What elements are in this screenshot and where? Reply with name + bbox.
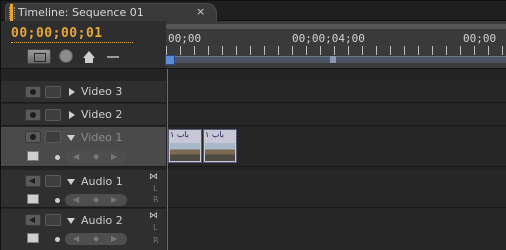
- track-name: Video 3: [81, 85, 123, 98]
- track-header-audio-1: Audio 1 ⋈ L R ◀ ◆ ▶: [1, 170, 166, 208]
- ruler-label-mid: 00;00;04;00: [292, 32, 365, 45]
- ruler-ticks: [166, 46, 506, 55]
- timeline-header: 00;00;00;01 00;00 00;00;04;00 00;00: [1, 21, 506, 69]
- video-clip[interactable]: ﺑﺎﺏ ١: [168, 129, 202, 163]
- zoom-out-icon[interactable]: [107, 56, 119, 58]
- keyframe-navigator[interactable]: ◀ ◆ ▶: [65, 233, 127, 245]
- channel-right-label: R: [153, 195, 159, 204]
- clip-label: ﺑﺎﺏ ١: [170, 130, 190, 139]
- ruler-label-start: 00;00: [168, 32, 202, 45]
- home-icon[interactable]: [83, 51, 95, 63]
- speaker-icon[interactable]: [25, 214, 41, 226]
- keyframe-dot-icon[interactable]: [55, 155, 60, 160]
- lock-icon[interactable]: [45, 214, 61, 226]
- track-name: Audio 1: [81, 175, 123, 188]
- zoom-scroll-bar[interactable]: [166, 24, 506, 29]
- track-name: Video 1: [81, 131, 123, 144]
- tab-bar: Timeline: Sequence 01 ×: [1, 1, 506, 22]
- track-header-audio-2: Audio 2 ⋈ L R ◀ ◆ ▶: [1, 209, 166, 250]
- speaker-icon[interactable]: [25, 175, 41, 187]
- prev-keyframe-icon[interactable]: ◀: [73, 195, 79, 204]
- timeline-tab[interactable]: Timeline: Sequence 01 ×: [5, 3, 217, 22]
- eye-icon[interactable]: [25, 86, 41, 98]
- keyframe-navigator[interactable]: ◀ ◆ ▶: [65, 151, 127, 163]
- eye-icon[interactable]: [25, 109, 41, 121]
- video-clip[interactable]: ﺑﺎﺏ ١: [203, 129, 237, 163]
- lock-icon[interactable]: [45, 109, 61, 121]
- track-area: Video 3 Video 2 Video 1 ◀ ◆ ▶ ﺑﺎﺏ ١ ﺑﺎﺏ …: [1, 69, 506, 250]
- channel-left-label: L: [153, 223, 158, 232]
- time-ruler[interactable]: 00;00 00;00;04;00 00;00: [166, 21, 506, 68]
- drag-grip-icon[interactable]: [9, 7, 15, 19]
- expand-triangle-icon[interactable]: [69, 88, 75, 96]
- clip-thumbnail: [170, 143, 200, 161]
- track-header-video-3: Video 3: [1, 81, 166, 103]
- clip-thumbnail: [205, 143, 235, 161]
- tab-title: Timeline: Sequence 01: [18, 6, 144, 19]
- collapse-triangle-icon[interactable]: [67, 218, 75, 224]
- timeline-panel: Timeline: Sequence 01 × 00;00;00;01 00;0…: [0, 0, 506, 250]
- next-keyframe-icon[interactable]: ▶: [111, 152, 117, 161]
- set-marker-button[interactable]: [59, 49, 73, 63]
- clip-label: ﺑﺎﺏ ١: [205, 130, 225, 139]
- keyframe-dot-icon[interactable]: [55, 198, 60, 203]
- stereo-icon: ⋈: [149, 211, 158, 221]
- collapse-triangle-icon[interactable]: [67, 135, 75, 141]
- playhead-handle[interactable]: [165, 55, 175, 65]
- waveform-display-icon[interactable]: [27, 233, 39, 243]
- track-lane-audio-1[interactable]: [167, 170, 506, 208]
- add-keyframe-icon[interactable]: ◆: [93, 152, 99, 161]
- next-keyframe-icon[interactable]: ▶: [111, 234, 117, 243]
- snap-button[interactable]: [27, 49, 51, 64]
- work-area-marker[interactable]: [330, 56, 336, 63]
- lock-icon[interactable]: [45, 175, 61, 187]
- timecode-underline: [11, 42, 133, 43]
- eye-icon[interactable]: [25, 131, 41, 143]
- track-header-video-2: Video 2: [1, 104, 166, 126]
- prev-keyframe-icon[interactable]: ◀: [73, 234, 79, 243]
- close-tab-icon[interactable]: ×: [196, 5, 205, 18]
- channel-left-label: L: [153, 184, 158, 193]
- keyframe-navigator[interactable]: ◀ ◆ ▶: [65, 194, 127, 206]
- track-header-video-1: Video 1 ◀ ◆ ▶: [1, 127, 166, 167]
- work-area-bar[interactable]: [166, 56, 506, 63]
- track-lane-video-1[interactable]: ﺑﺎﺏ ١ ﺑﺎﺏ ١: [167, 127, 506, 167]
- track-name: Audio 2: [81, 214, 123, 227]
- channel-right-label: R: [153, 236, 159, 245]
- add-keyframe-icon[interactable]: ◆: [93, 195, 99, 204]
- add-keyframe-icon[interactable]: ◆: [93, 234, 99, 243]
- collapse-triangle-icon[interactable]: [67, 179, 75, 185]
- stereo-icon: ⋈: [149, 172, 158, 182]
- lock-icon[interactable]: [45, 131, 61, 143]
- ruler-label-end: 00;00: [463, 32, 497, 45]
- prev-keyframe-icon[interactable]: ◀: [73, 152, 79, 161]
- playhead-line: [167, 69, 168, 250]
- current-timecode[interactable]: 00;00;00;01: [11, 26, 103, 41]
- keyframe-dot-icon[interactable]: [55, 237, 60, 242]
- next-keyframe-icon[interactable]: ▶: [111, 195, 117, 204]
- waveform-display-icon[interactable]: [27, 194, 39, 204]
- track-lane-audio-2[interactable]: [167, 209, 506, 250]
- track-lane-video-3[interactable]: [167, 81, 506, 103]
- display-style-icon[interactable]: [27, 151, 39, 161]
- expand-triangle-icon[interactable]: [69, 111, 75, 119]
- track-name: Video 2: [81, 108, 123, 121]
- track-lane-video-2[interactable]: [167, 104, 506, 126]
- lock-icon[interactable]: [45, 86, 61, 98]
